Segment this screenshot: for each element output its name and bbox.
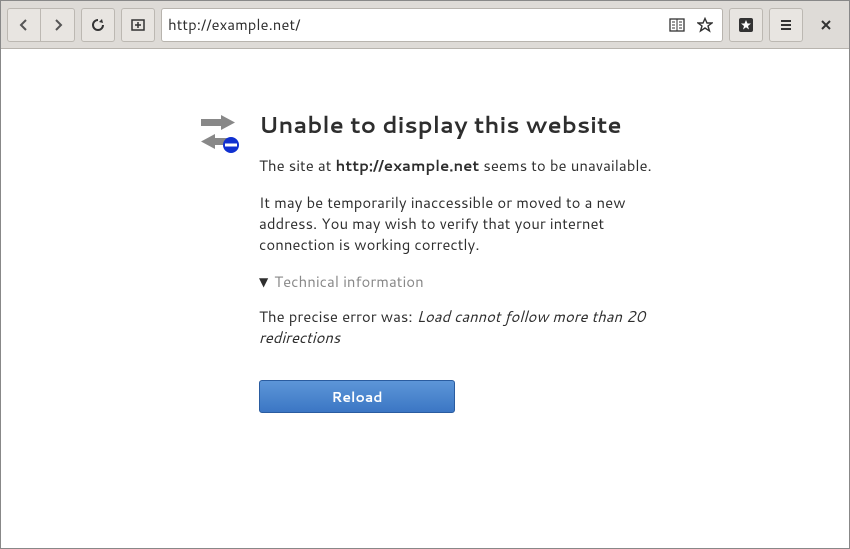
- technical-info-label: Technical information: [274, 271, 424, 292]
- precise-error: The precise error was: Load cannot follo…: [259, 306, 655, 348]
- reload-toolbar-button[interactable]: [81, 8, 115, 42]
- error-icon: [195, 109, 241, 413]
- bookmark-button[interactable]: [694, 14, 716, 36]
- error-title: Unable to display this website: [259, 109, 655, 141]
- reload-button[interactable]: Reload: [259, 380, 455, 413]
- new-tab-button[interactable]: [121, 8, 155, 42]
- reader-icon: [669, 18, 685, 32]
- browser-toolbar: [1, 1, 849, 49]
- hamburger-icon: [779, 18, 793, 32]
- close-icon: [820, 19, 832, 31]
- reload-icon: [90, 17, 106, 33]
- error-line1-suffix: seems to be unavailable.: [479, 155, 651, 176]
- error-line1-prefix: The site at: [259, 155, 336, 176]
- chevron-right-icon: [51, 18, 65, 32]
- forward-button[interactable]: [41, 8, 75, 42]
- star-filled-icon: [738, 17, 754, 33]
- menu-button[interactable]: [769, 8, 803, 42]
- precise-error-prefix: The precise error was:: [259, 306, 417, 327]
- address-bar[interactable]: [161, 8, 723, 42]
- nav-buttons: [7, 8, 75, 42]
- error-explanation: It may be temporarily inaccessible or mo…: [259, 192, 655, 255]
- network-error-icon: [195, 111, 241, 155]
- technical-info-toggle[interactable]: ▼ Technical information: [259, 271, 655, 292]
- back-button[interactable]: [7, 8, 41, 42]
- triangle-down-icon: ▼: [259, 273, 268, 290]
- bookmarks-button[interactable]: [729, 8, 763, 42]
- close-window-button[interactable]: [809, 8, 843, 42]
- error-site-line: The site at http://example.net seems to …: [259, 155, 655, 176]
- error-panel: Unable to display this website The site …: [195, 109, 655, 413]
- error-line1-url: http://example.net: [336, 155, 480, 176]
- new-tab-icon: [130, 17, 146, 33]
- reader-mode-button[interactable]: [666, 14, 688, 36]
- star-outline-icon: [697, 17, 713, 33]
- chevron-left-icon: [17, 18, 31, 32]
- page-content: Unable to display this website The site …: [1, 49, 849, 413]
- url-input[interactable]: [168, 14, 660, 35]
